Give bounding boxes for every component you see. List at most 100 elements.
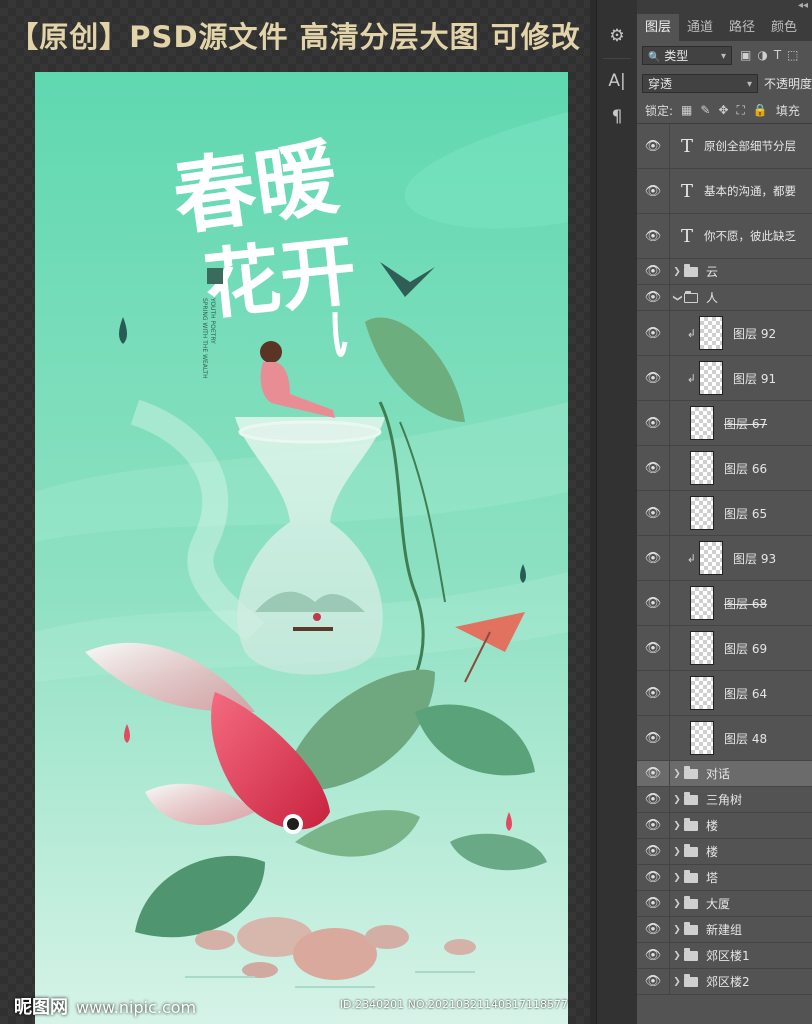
layer-name: 图层 93 [733,551,777,566]
watermark-logo: 昵图网 www.nipic.com [14,997,197,1018]
layer-thumbnail [690,451,714,485]
chevron-down-icon[interactable]: ❯ [672,291,682,305]
layer-row[interactable]: 👁 ↲ 图层 91 [637,356,812,401]
chevron-right-icon[interactable]: ❯ [670,267,684,277]
eye-icon[interactable]: 👁 [637,891,670,916]
layers-panel: ◂◂ 图层 通道 路径 颜色 🔍 类型 ▾ ▣ ◑ T ⬚ 穿透 ▾ 不透明度 … [637,0,812,1024]
layer-row[interactable]: 👁 T 原创全部细节分层 [637,124,812,169]
layer-row[interactable]: 👁 ↲ 图层 92 [637,311,812,356]
tab-channels[interactable]: 通道 [679,14,721,41]
pixel-filter-icon[interactable]: ▣ [740,48,751,62]
layer-row[interactable]: 👁 T 你不愿，彼此缺乏 [637,214,812,259]
chevron-right-icon[interactable]: ❯ [670,795,684,805]
layer-thumbnail [690,496,714,530]
panel-tabs: 图层 通道 路径 颜色 [637,14,812,41]
layer-group-row[interactable]: 👁 ❯ 新建组 [637,917,812,943]
layer-group-row[interactable]: 👁 ❯ 楼 [637,839,812,865]
eye-icon[interactable]: 👁 [637,716,670,760]
eye-icon[interactable]: 👁 [637,311,670,355]
layer-group-row[interactable]: 👁 ❯ 郊区楼1 [637,943,812,969]
chevron-right-icon[interactable]: ❯ [670,977,684,987]
layer-group-row[interactable]: 👁 ❯ 郊区楼2 [637,969,812,995]
layer-thumbnail [690,721,714,755]
layer-group-row[interactable]: 👁 ❯ 楼 [637,813,812,839]
eye-icon[interactable]: 👁 [637,356,670,400]
eye-icon[interactable]: 👁 [637,943,670,968]
eye-icon[interactable]: 👁 [637,536,670,580]
layer-group-row[interactable]: 👁 ❯ 对话 [637,761,812,787]
tab-paths[interactable]: 路径 [721,14,763,41]
chevron-right-icon[interactable]: ❯ [670,769,684,779]
type-filter-icon[interactable]: T [774,48,781,62]
eye-icon[interactable]: 👁 [637,401,670,445]
lock-label: 锁定: [645,103,674,118]
layer-group-row[interactable]: 👁 ❯ 三角树 [637,787,812,813]
lock-position-icon[interactable]: ✥ [718,103,728,118]
layer-name: 图层 65 [724,506,768,521]
layer-name: 图层 91 [733,371,777,386]
eye-icon[interactable]: 👁 [637,626,670,670]
eye-icon[interactable]: 👁 [637,169,670,213]
tab-layers[interactable]: 图层 [637,14,680,41]
eye-icon[interactable]: 👁 [637,124,670,168]
chevron-right-icon[interactable]: ❯ [670,899,684,909]
chevron-right-icon[interactable]: ❯ [670,951,684,961]
lock-all-icon[interactable]: 🔒 [753,103,768,118]
eye-icon[interactable]: 👁 [637,285,670,310]
eye-icon[interactable]: 👁 [637,671,670,715]
layer-name: 大厦 [706,897,731,911]
eye-icon[interactable]: 👁 [637,446,670,490]
layer-row[interactable]: 👁 ↲ 图层 93 [637,536,812,581]
eye-icon[interactable]: 👁 [637,969,670,994]
chevron-right-icon[interactable]: ❯ [670,873,684,883]
eye-icon[interactable]: 👁 [637,787,670,812]
text-layer-icon: T [680,225,693,247]
blend-mode-select[interactable]: 穿透 ▾ [642,73,758,93]
shape-filter-icon[interactable]: ⬚ [787,48,798,62]
layer-thumbnail [690,676,714,710]
layer-group-row[interactable]: 👁 ❯ 人 [637,285,812,311]
layer-name: 图层 66 [724,461,768,476]
paragraph-icon[interactable]: ¶ [597,99,637,135]
eye-icon[interactable]: 👁 [637,214,670,258]
eye-icon[interactable]: 👁 [637,917,670,942]
panel-header: ◂◂ [637,0,812,14]
folder-icon [684,973,698,987]
layer-row[interactable]: 👁 图层 69 [637,626,812,671]
eye-icon[interactable]: 👁 [637,865,670,890]
svg-text:SPRING WITH THE WEALTH: SPRING WITH THE WEALTH [201,298,208,379]
eye-icon[interactable]: 👁 [637,761,670,786]
filter-kind-select[interactable]: 🔍 类型 ▾ [642,45,732,65]
eye-icon[interactable]: 👁 [637,581,670,625]
eye-icon[interactable]: 👁 [637,813,670,838]
lock-artboard-icon[interactable]: ⛶ [737,103,745,118]
layer-group-row[interactable]: 👁 ❯ 塔 [637,865,812,891]
layer-group-row[interactable]: 👁 ❯ 大厦 [637,891,812,917]
chevron-right-icon[interactable]: ❯ [670,925,684,935]
lock-paint-icon[interactable]: ✎ [700,103,710,118]
layer-name: 云 [706,265,719,279]
chevron-right-icon[interactable]: ❯ [670,821,684,831]
tab-color[interactable]: 颜色 [763,14,805,41]
eye-icon[interactable]: 👁 [637,839,670,864]
lock-transparent-icon[interactable]: ▦ [681,103,692,118]
chevron-right-icon[interactable]: ❯ [670,847,684,857]
layer-row[interactable]: 👁 图层 67 [637,401,812,446]
layer-group-row[interactable]: 👁 ❯ 云 [637,259,812,285]
eye-icon[interactable]: 👁 [637,259,670,284]
eye-icon[interactable]: 👁 [637,491,670,535]
collapse-icon[interactable]: ◂◂ [798,0,808,11]
layer-row[interactable]: 👁 T 基本的沟通，都要 [637,169,812,214]
layer-row[interactable]: 👁 图层 65 [637,491,812,536]
folder-icon [684,869,698,883]
layer-row[interactable]: 👁 图层 64 [637,671,812,716]
layer-name: 基本的沟通，都要 [704,184,796,198]
layer-row[interactable]: 👁 图层 68 [637,581,812,626]
type-tool-icon[interactable]: A| [597,63,637,99]
layer-row[interactable]: 👁 图层 66 [637,446,812,491]
layer-name: 对话 [706,767,731,781]
settings-sliders-icon[interactable]: ⚙ [597,18,637,54]
adjustment-filter-icon[interactable]: ◑ [757,48,767,62]
folder-open-icon [684,290,698,303]
layer-row[interactable]: 👁 图层 48 [637,716,812,761]
